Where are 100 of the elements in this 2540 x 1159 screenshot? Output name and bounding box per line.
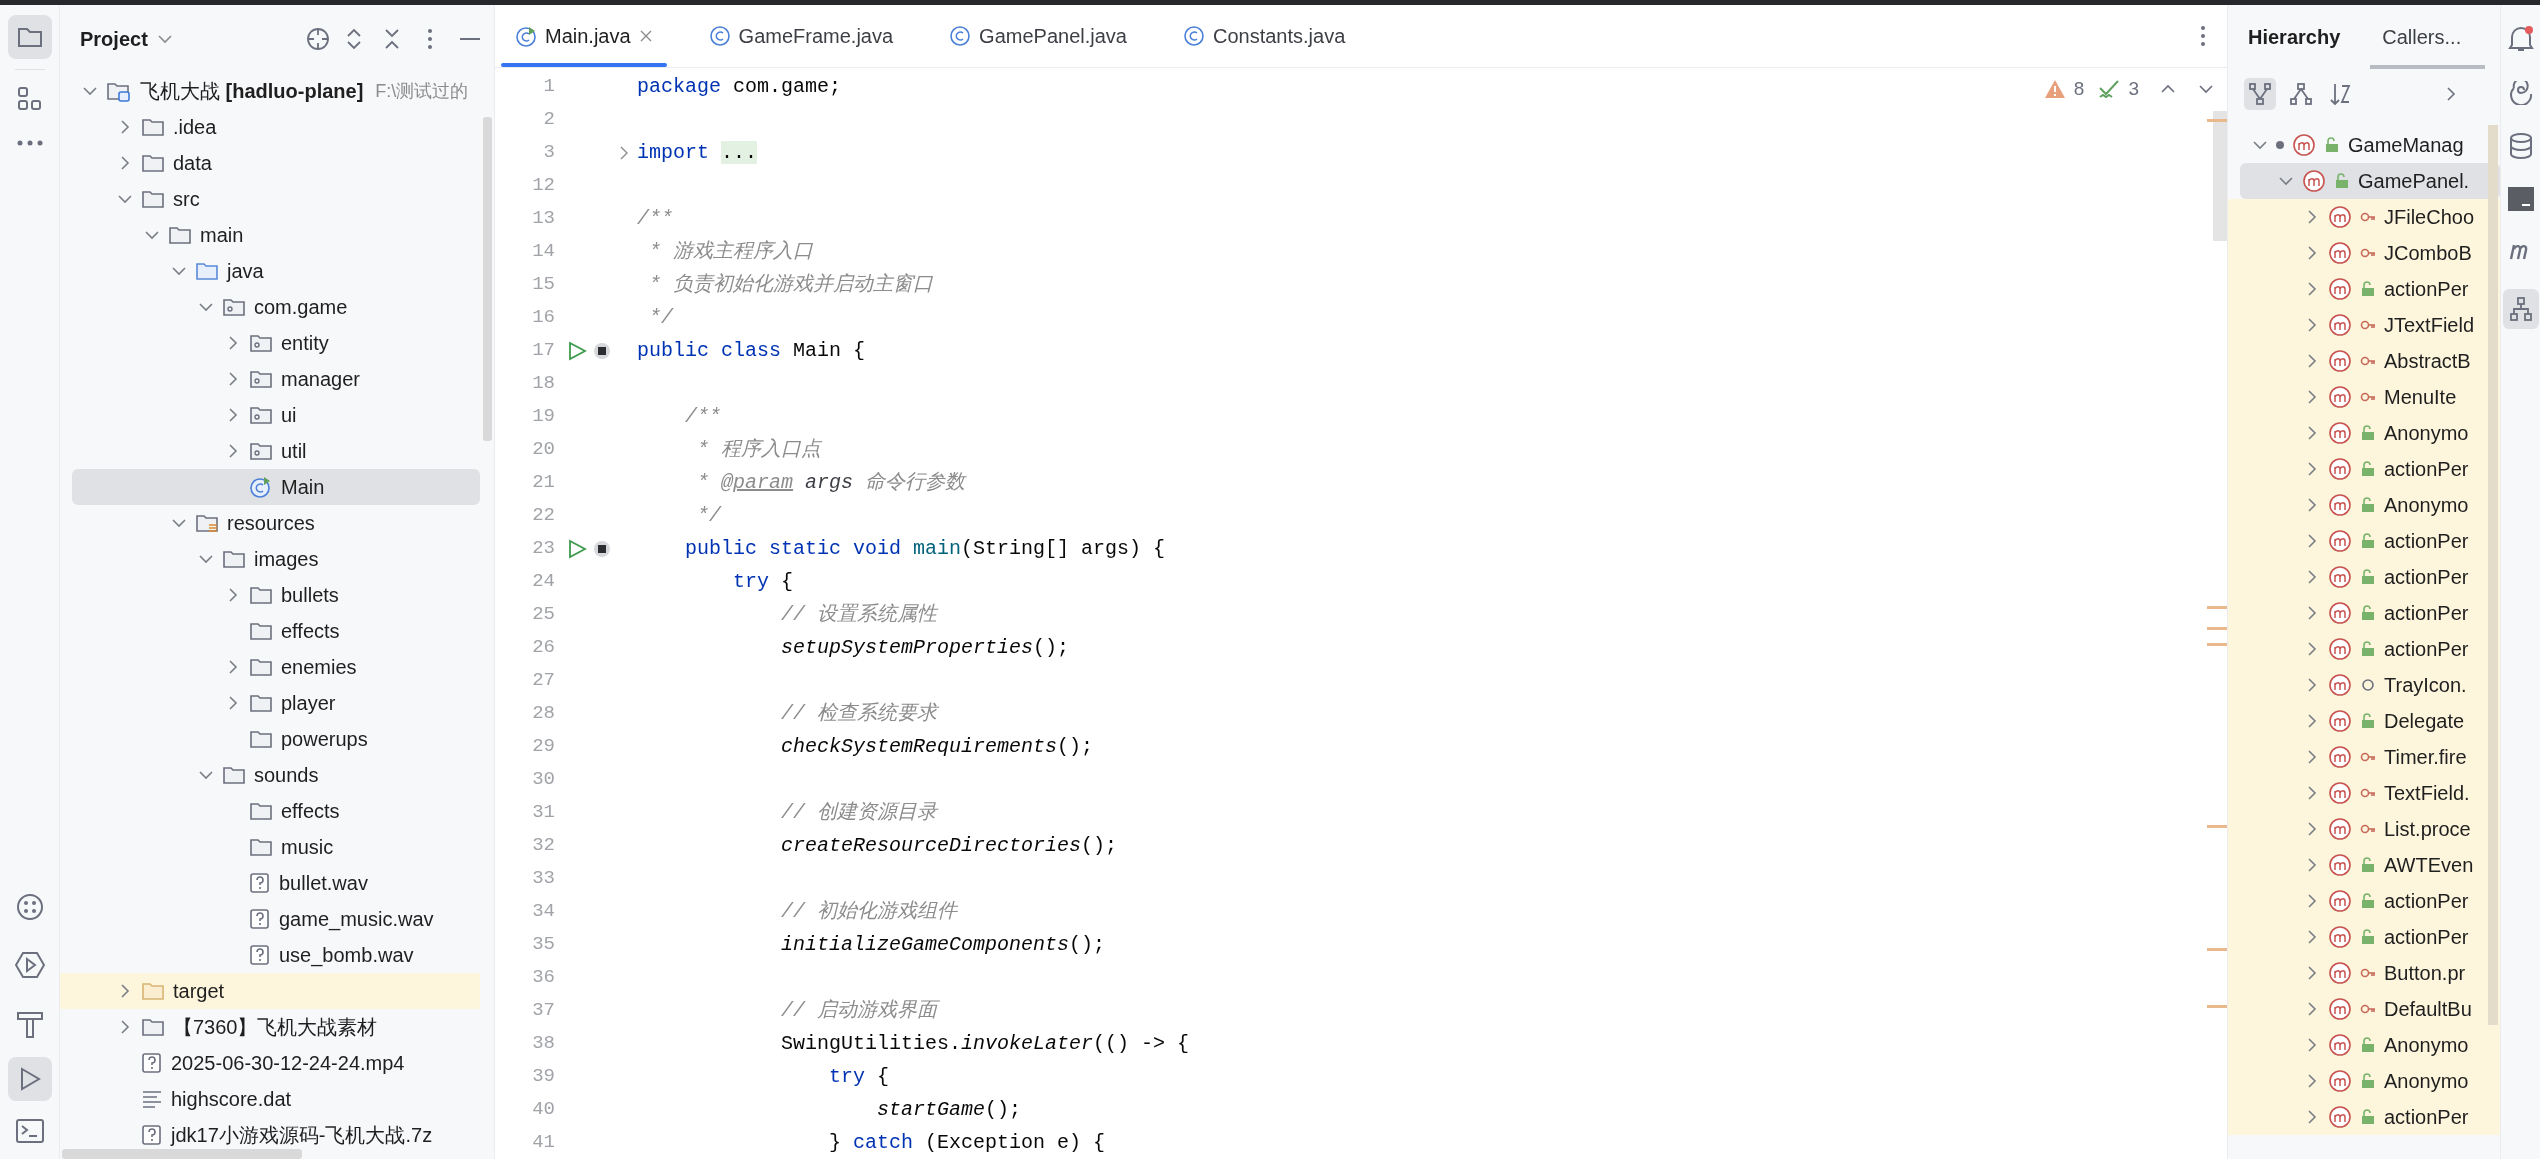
tree-item[interactable]: ui: [72, 397, 480, 433]
tree-item[interactable]: entity: [72, 325, 480, 361]
weak-warning-count[interactable]: 3: [2128, 75, 2139, 104]
hierarchy-item[interactable]: actionPer: [2228, 523, 2500, 559]
close-icon[interactable]: [638, 29, 653, 43]
tree-item[interactable]: manager: [72, 361, 480, 397]
chevron-down-icon[interactable]: [2199, 84, 2213, 95]
services-icon[interactable]: [14, 951, 45, 979]
hierarchy-item[interactable]: JFileChoo: [2228, 199, 2500, 235]
hierarchy-item[interactable]: actionPer: [2228, 595, 2500, 631]
check-icon[interactable]: [2098, 78, 2121, 101]
minimize-icon[interactable]: [460, 37, 480, 41]
hierarchy-item[interactable]: AWTEven: [2228, 847, 2500, 883]
vertical-scrollbar[interactable]: [483, 117, 492, 441]
stop-gutter-icon[interactable]: [593, 341, 611, 360]
hierarchy-item[interactable]: actionPer: [2228, 919, 2500, 955]
run-gutter-icon[interactable]: [567, 340, 587, 361]
warning-icon[interactable]: [2043, 79, 2066, 100]
editor-tab[interactable]: Main.java: [501, 5, 667, 67]
warning-count[interactable]: 8: [2073, 75, 2085, 104]
tree-item[interactable]: 【7360】飞机大战素材: [72, 1009, 480, 1045]
tree-item[interactable]: .idea: [72, 109, 480, 145]
tree-item[interactable]: 2025-06-30-12-24-24.mp4: [72, 1045, 480, 1081]
expand-all-icon[interactable]: [346, 28, 362, 50]
callers-toggle-button[interactable]: [2244, 78, 2276, 110]
hierarchy-item[interactable]: MenuIte: [2228, 379, 2500, 415]
tree-item[interactable]: 飞机大战 [hadluo-plane] F:\测试过的: [72, 73, 480, 109]
database-icon[interactable]: [2508, 133, 2533, 159]
chevron-down-icon[interactable]: [157, 34, 172, 44]
tree-item[interactable]: use_bomb.wav: [72, 937, 480, 973]
hierarchy-item[interactable]: AbstractB: [2228, 343, 2500, 379]
bell-icon[interactable]: [2507, 25, 2534, 53]
tree-item[interactable]: bullets: [72, 577, 480, 613]
editor-tab[interactable]: Constants.java: [1169, 5, 1360, 67]
fold-icon[interactable]: [619, 145, 629, 160]
editor-scrollbar[interactable]: [2213, 111, 2227, 241]
tree-item[interactable]: jdk17小游戏源码-飞机大战.7z: [72, 1117, 480, 1153]
hierarchy-tool-button[interactable]: [2502, 289, 2539, 329]
stop-gutter-icon[interactable]: [593, 539, 611, 558]
hierarchy-item[interactable]: TrayIcon.: [2228, 667, 2500, 703]
tree-item[interactable]: resources: [72, 505, 480, 541]
hierarchy-item[interactable]: actionPer: [2228, 559, 2500, 595]
hierarchy-item[interactable]: DefaultBu: [2228, 991, 2500, 1027]
more-icon[interactable]: [16, 140, 43, 146]
hierarchy-item[interactable]: TextField.: [2228, 775, 2500, 811]
panel-title[interactable]: Project: [80, 24, 148, 54]
run-gutter-icon[interactable]: [567, 538, 587, 559]
tree-item[interactable]: powerups: [72, 721, 480, 757]
hierarchy-item[interactable]: Delegate: [2228, 703, 2500, 739]
tree-item[interactable]: target: [60, 973, 480, 1009]
hierarchy-icon[interactable]: [2290, 83, 2312, 105]
hierarchy-item[interactable]: JComboB: [2228, 235, 2500, 271]
tree-item[interactable]: com.game: [72, 289, 480, 325]
editor-tab[interactable]: GameFrame.java: [694, 5, 908, 67]
locate-icon[interactable]: [306, 27, 330, 51]
tree-item[interactable]: game_music.wav: [72, 901, 480, 937]
tree-item[interactable]: music: [72, 829, 480, 865]
tree-item[interactable]: highscore.dat: [72, 1081, 480, 1117]
hierarchy-item[interactable]: Anonymo: [2228, 487, 2500, 523]
hierarchy-item[interactable]: List.proce: [2228, 811, 2500, 847]
hierarchy-item[interactable]: Button.pr: [2228, 955, 2500, 991]
plugins-icon[interactable]: [15, 893, 44, 921]
tab-options-icon[interactable]: [2201, 26, 2205, 46]
tree-item[interactable]: images: [72, 541, 480, 577]
chevron-up-icon[interactable]: [2161, 84, 2175, 95]
structure-icon[interactable]: [16, 86, 43, 112]
tree-item[interactable]: java: [72, 253, 480, 289]
hierarchy-item[interactable]: Anonymo: [2228, 1027, 2500, 1063]
hammer-icon[interactable]: [15, 1009, 44, 1039]
vertical-scrollbar[interactable]: [2488, 125, 2498, 1025]
options-icon[interactable]: [428, 29, 432, 49]
tree-item[interactable]: effects: [72, 613, 480, 649]
hierarchy-item[interactable]: JTextField: [2228, 307, 2500, 343]
hierarchy-item[interactable]: actionPer: [2228, 451, 2500, 487]
project-tool-button[interactable]: [7, 15, 52, 59]
terminal-icon[interactable]: [15, 1119, 44, 1143]
hierarchy-item[interactable]: actionPer: [2228, 1099, 2500, 1135]
console-icon[interactable]: [2507, 187, 2534, 211]
hierarchy-item[interactable]: Timer.fire: [2228, 739, 2500, 775]
run-tool-button[interactable]: [7, 1057, 52, 1101]
panel-tab[interactable]: Callers...: [2370, 5, 2486, 69]
hierarchy-item[interactable]: GameManag: [2228, 127, 2500, 163]
tree-item[interactable]: Main: [72, 469, 480, 505]
tree-item[interactable]: util: [72, 433, 480, 469]
chevron-right-icon[interactable]: [2446, 87, 2456, 101]
sort-icon[interactable]: [2330, 82, 2352, 106]
hierarchy-item[interactable]: actionPer: [2228, 883, 2500, 919]
hierarchy-item[interactable]: GamePanel.: [2240, 163, 2500, 199]
hierarchy-item[interactable]: actionPer: [2228, 631, 2500, 667]
editor-tab[interactable]: GamePanel.java: [935, 5, 1141, 67]
tree-item[interactable]: main: [72, 217, 480, 253]
spiral-icon[interactable]: [2507, 81, 2534, 105]
horizontal-scrollbar[interactable]: [62, 1149, 302, 1159]
tree-item[interactable]: bullet.wav: [72, 865, 480, 901]
collapse-all-icon[interactable]: [384, 28, 400, 50]
tree-item[interactable]: sounds: [72, 757, 480, 793]
tree-item[interactable]: effects: [72, 793, 480, 829]
tree-item[interactable]: data: [72, 145, 480, 181]
tree-item[interactable]: enemies: [72, 649, 480, 685]
hierarchy-item[interactable]: Anonymo: [2228, 415, 2500, 451]
